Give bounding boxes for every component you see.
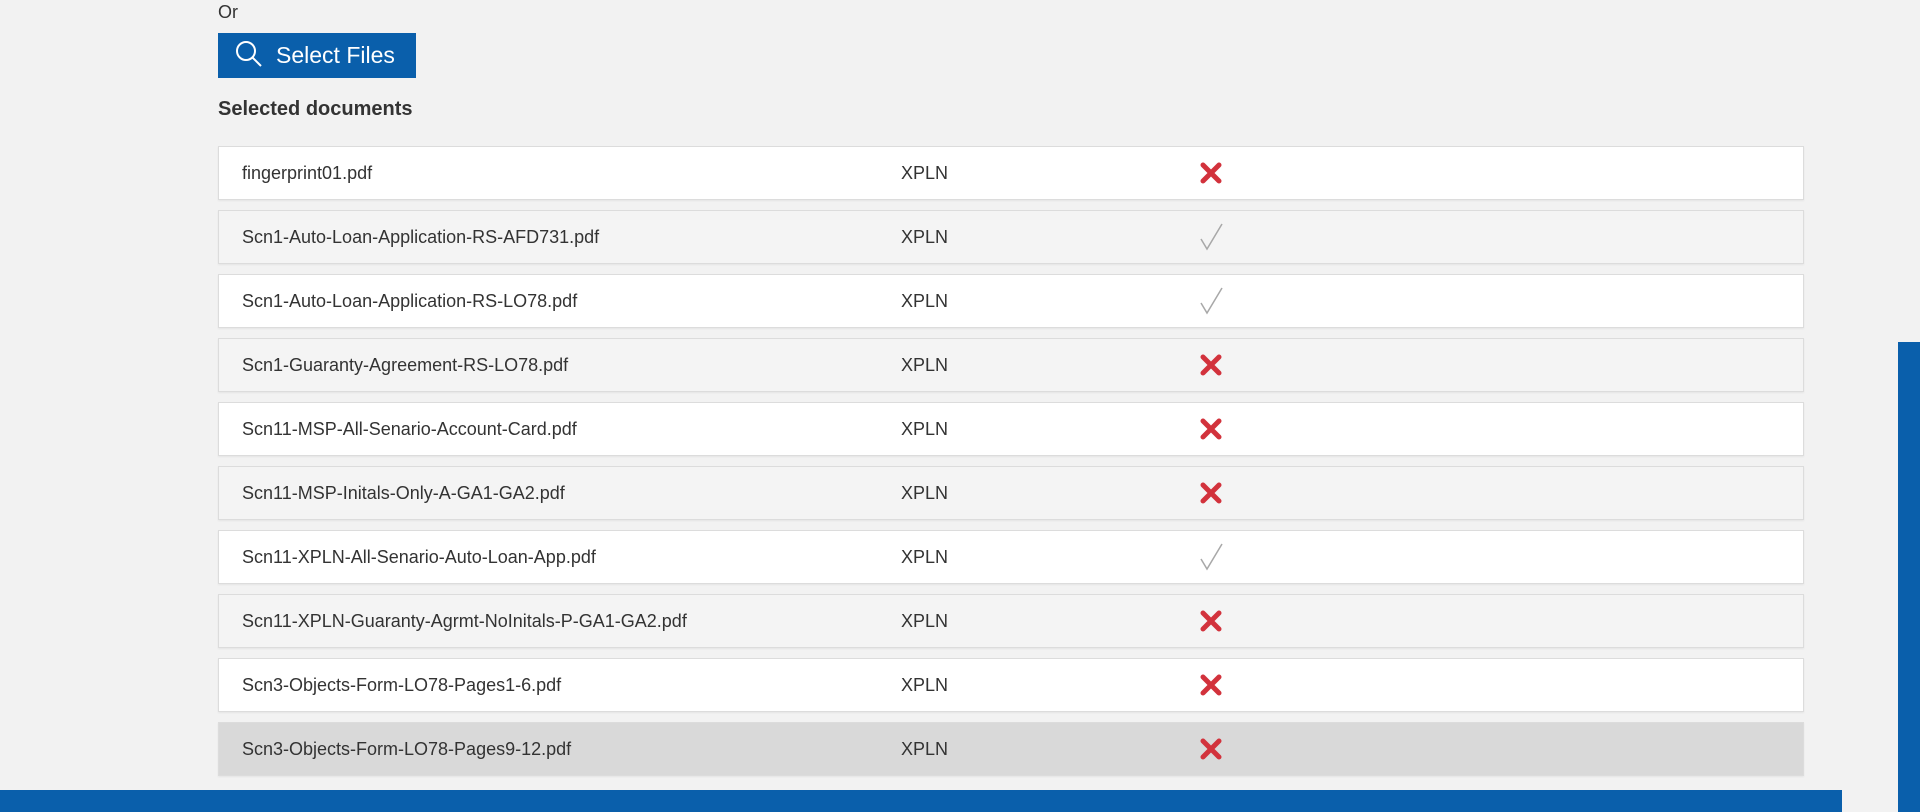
x-mark-icon[interactable] [1197,479,1225,507]
document-row-selected[interactable]: Scn3-Objects-Form-LO78-Pages9-12.pdf XPL… [218,722,1804,776]
x-mark-icon[interactable] [1197,351,1225,379]
document-filename: Scn11-XPLN-All-Senario-Auto-Loan-App.pdf [242,547,596,567]
selected-documents-list: fingerprint01.pdf XPLN Scn1-Auto-Loan-Ap… [218,146,1804,786]
document-filename: Scn1-Auto-Loan-Application-RS-AFD731.pdf [242,227,600,247]
document-filename: Scn3-Objects-Form-LO78-Pages1-6.pdf [242,675,562,695]
document-type: XPLN [901,291,949,311]
check-mark-icon [1197,223,1225,251]
document-filename: Scn3-Objects-Form-LO78-Pages9-12.pdf [242,739,572,759]
document-filename: Scn11-MSP-All-Senario-Account-Card.pdf [242,419,577,439]
document-type: XPLN [901,739,949,759]
document-row[interactable]: Scn11-MSP-All-Senario-Account-Card.pdf X… [218,402,1804,456]
select-files-button[interactable]: Select Files [218,33,416,78]
check-mark-icon [1197,543,1225,571]
document-row[interactable]: Scn1-Auto-Loan-Application-RS-AFD731.pdf… [218,210,1804,264]
document-type: XPLN [901,419,949,439]
document-filename: Scn11-MSP-Initals-Only-A-GA1-GA2.pdf [242,483,565,503]
document-row[interactable]: Scn11-MSP-Initals-Only-A-GA1-GA2.pdf XPL… [218,466,1804,520]
x-mark-icon[interactable] [1197,671,1225,699]
document-type: XPLN [901,547,949,567]
document-type: XPLN [901,611,949,631]
x-mark-icon[interactable] [1197,735,1225,763]
document-type: XPLN [901,163,949,183]
document-filename: Scn1-Guaranty-Agreement-RS-LO78.pdf [242,355,569,375]
document-row[interactable]: Scn1-Guaranty-Agreement-RS-LO78.pdf XPLN [218,338,1804,392]
footer-bar [0,790,1842,812]
scrollbar-thumb[interactable] [1898,342,1920,812]
document-row[interactable]: Scn3-Objects-Form-LO78-Pages1-6.pdf XPLN [218,658,1804,712]
x-mark-icon[interactable] [1197,607,1225,635]
x-mark-icon[interactable] [1197,415,1225,443]
document-type: XPLN [901,675,949,695]
document-type: XPLN [901,483,949,503]
document-row[interactable]: Scn11-XPLN-Guaranty-Agrmt-NoInitals-P-GA… [218,594,1804,648]
document-row[interactable]: Scn11-XPLN-All-Senario-Auto-Loan-App.pdf… [218,530,1804,584]
document-type: XPLN [901,227,949,247]
select-files-label: Select Files [276,42,395,68]
search-icon [234,39,264,69]
document-row[interactable]: Scn1-Auto-Loan-Application-RS-LO78.pdf X… [218,274,1804,328]
or-label: Or [218,2,238,22]
document-filename: fingerprint01.pdf [242,163,373,183]
document-filename: Scn1-Auto-Loan-Application-RS-LO78.pdf [242,291,578,311]
check-mark-icon [1197,287,1225,315]
document-type: XPLN [901,355,949,375]
selected-documents-title: Selected documents [218,98,413,120]
x-mark-icon[interactable] [1197,159,1225,187]
document-filename: Scn11-XPLN-Guaranty-Agrmt-NoInitals-P-GA… [242,611,687,631]
document-row[interactable]: fingerprint01.pdf XPLN [218,146,1804,200]
